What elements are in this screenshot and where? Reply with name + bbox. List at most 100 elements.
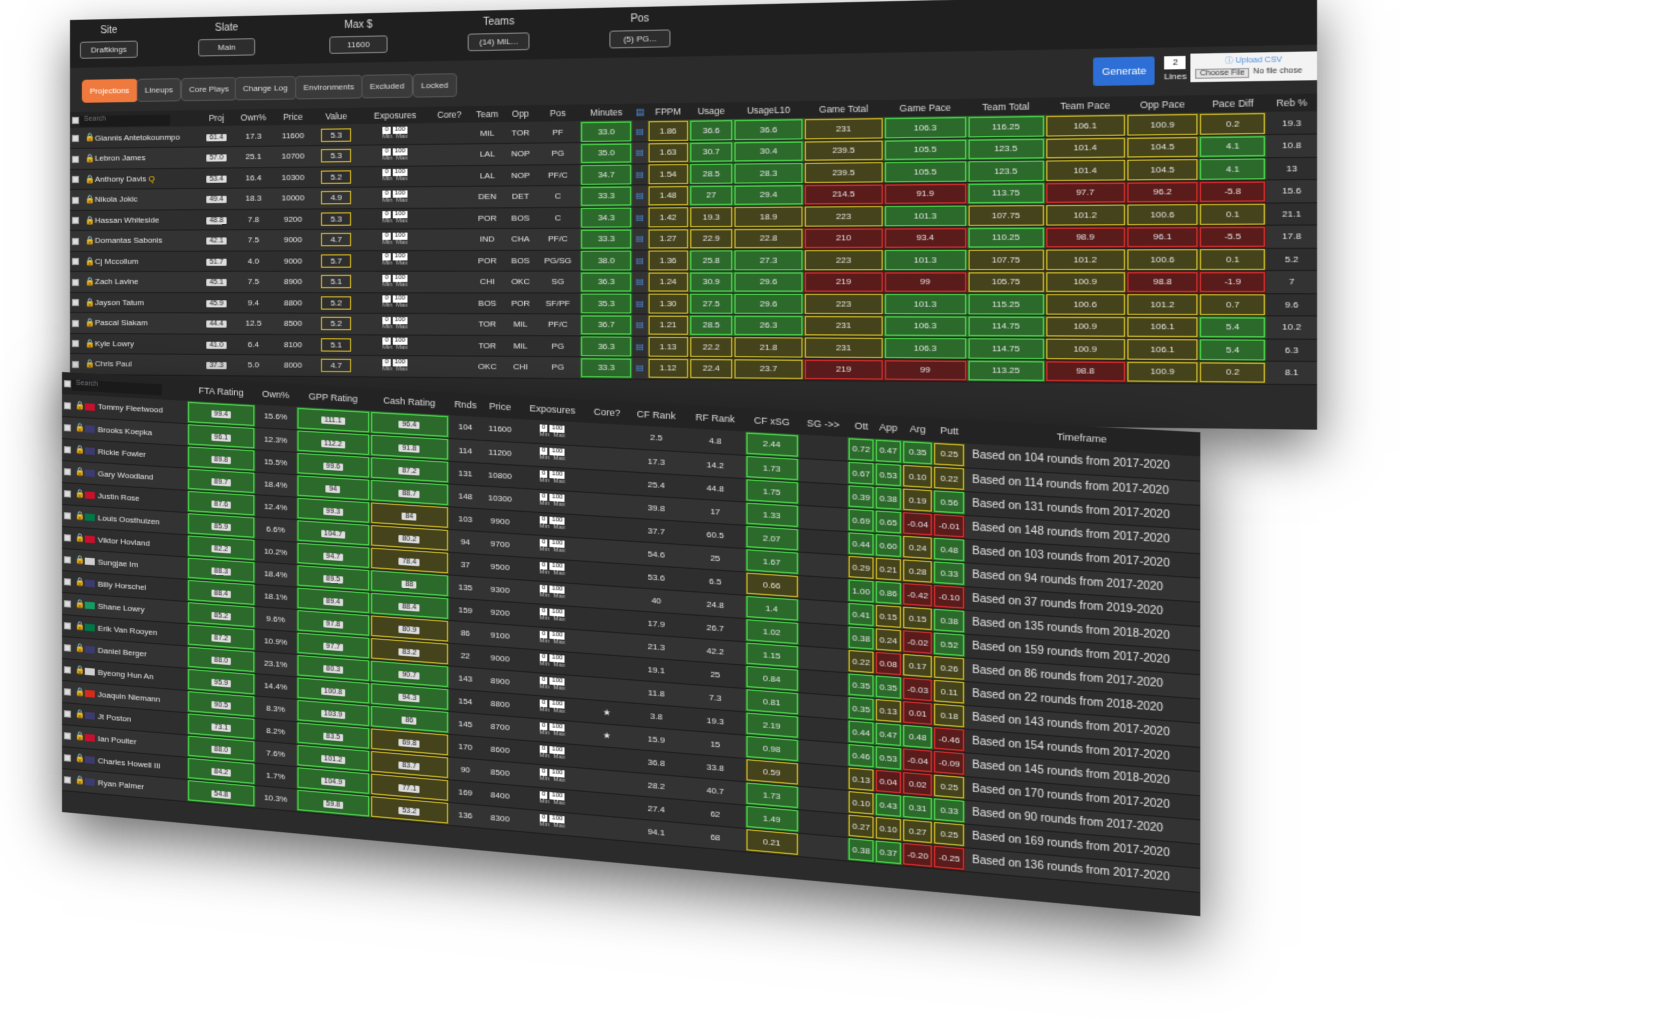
- lock-icon[interactable]: 🔒: [85, 154, 95, 163]
- core-cell[interactable]: [429, 207, 470, 229]
- lock-icon[interactable]: 🔒: [75, 754, 85, 764]
- core-star-icon[interactable]: [586, 422, 628, 449]
- exposure-min[interactable]: 0: [382, 316, 391, 324]
- proj-value[interactable]: 42.1: [206, 237, 227, 245]
- select-all-checkbox[interactable]: [71, 117, 79, 125]
- col-header[interactable]: Pos: [535, 104, 581, 122]
- table-row[interactable]: 🔒Domantas Sabonis 42.1 7.5 9000 4.7 0 100 Min M…: [70, 224, 1318, 251]
- proj-value[interactable]: 45.1: [206, 279, 227, 287]
- exposure-inputs[interactable]: 0 100 Min Max: [539, 538, 566, 555]
- col-header[interactable]: SG ->>: [798, 410, 848, 438]
- fta-rating[interactable]: 95.9: [211, 678, 232, 687]
- row-checkbox[interactable]: [63, 710, 71, 718]
- lock-icon[interactable]: 🔒: [85, 174, 95, 183]
- core-star-icon[interactable]: [586, 491, 628, 518]
- core-cell[interactable]: [429, 228, 470, 251]
- lock-icon[interactable]: 🔒: [85, 277, 95, 286]
- row-checkbox[interactable]: [63, 599, 71, 608]
- exposure-inputs[interactable]: 0 100 Min Max: [539, 699, 566, 716]
- col-header[interactable]: App: [874, 415, 903, 441]
- lock-icon[interactable]: 🔒: [75, 665, 85, 675]
- col-header[interactable]: Own%: [232, 108, 275, 126]
- lock-icon[interactable]: 🔒: [75, 577, 85, 587]
- row-checkbox[interactable]: [63, 666, 71, 674]
- fta-rating[interactable]: 87.2: [211, 633, 232, 643]
- fta-rating[interactable]: 89.8: [211, 455, 232, 464]
- exposure-inputs[interactable]: 0 100 Min Max: [382, 147, 409, 163]
- exposure-min[interactable]: 0: [382, 337, 391, 346]
- fta-rating[interactable]: 88.4: [211, 589, 232, 598]
- col-header[interactable]: Exposures: [360, 106, 430, 125]
- exposure-inputs[interactable]: 0 100 Min Max: [539, 561, 566, 578]
- fta-rating[interactable]: 87.6: [211, 499, 232, 509]
- col-header[interactable]: Opp Pace: [1125, 95, 1200, 114]
- fta-rating[interactable]: 90.5: [211, 700, 232, 710]
- select-all-checkbox[interactable]: [63, 380, 71, 388]
- exposure-max[interactable]: 100: [392, 190, 408, 198]
- fta-rating[interactable]: 82.2: [211, 544, 232, 553]
- fta-rating[interactable]: 88.0: [211, 745, 232, 754]
- core-cell[interactable]: [429, 271, 470, 293]
- exposure-max[interactable]: 100: [392, 316, 408, 324]
- proj-value[interactable]: 51.7: [206, 258, 227, 266]
- core-star-icon[interactable]: [586, 814, 628, 841]
- search-input[interactable]: Search: [71, 379, 162, 396]
- exposure-inputs[interactable]: 0 100 Min Max: [539, 745, 566, 762]
- exposure-inputs[interactable]: 0 100 Min Max: [539, 630, 566, 648]
- col-header[interactable]: Rnds: [448, 392, 483, 418]
- lock-icon[interactable]: 🔒: [75, 511, 85, 521]
- chart-icon[interactable]: ▤: [632, 120, 647, 142]
- exposure-inputs[interactable]: 0 100 Min Max: [382, 232, 409, 246]
- exposure-min[interactable]: 0: [382, 253, 391, 261]
- core-cell[interactable]: [429, 165, 470, 187]
- row-checkbox[interactable]: [71, 299, 79, 307]
- row-checkbox[interactable]: [71, 217, 79, 225]
- search-input[interactable]: Search: [79, 114, 170, 127]
- chart-icon[interactable]: ▤: [632, 103, 647, 121]
- exposure-max[interactable]: 100: [392, 211, 408, 219]
- core-star-icon[interactable]: [586, 606, 628, 633]
- exposure-inputs[interactable]: 0 100 Min Max: [382, 169, 409, 184]
- lock-icon[interactable]: 🔒: [75, 445, 85, 455]
- chart-icon[interactable]: ▤: [632, 206, 647, 229]
- row-checkbox[interactable]: [71, 360, 79, 368]
- row-checkbox[interactable]: [63, 511, 71, 520]
- col-header[interactable]: Value: [311, 107, 361, 125]
- exposure-inputs[interactable]: 0 100 Min Max: [539, 470, 566, 486]
- chart-icon[interactable]: ▤: [632, 141, 647, 164]
- exposure-inputs[interactable]: 0 100 Min Max: [539, 584, 566, 601]
- exposure-max[interactable]: 100: [392, 232, 408, 240]
- row-checkbox[interactable]: [71, 319, 79, 327]
- exposure-min[interactable]: 0: [382, 232, 391, 240]
- proj-value[interactable]: 37.3: [206, 362, 227, 370]
- row-checkbox[interactable]: [71, 155, 79, 163]
- exposure-inputs[interactable]: 0 100 Min Max: [382, 211, 409, 226]
- row-checkbox[interactable]: [63, 489, 71, 498]
- exposure-min[interactable]: 0: [382, 274, 391, 282]
- col-header[interactable]: CF xSG: [744, 408, 799, 435]
- core-cell[interactable]: [429, 122, 470, 145]
- lock-icon[interactable]: 🔒: [75, 599, 85, 609]
- core-star-icon[interactable]: ★: [586, 698, 628, 726]
- tab-projections[interactable]: Projections: [81, 78, 138, 103]
- col-header[interactable]: Team: [469, 105, 506, 123]
- lock-icon[interactable]: 🔒: [75, 621, 85, 631]
- row-checkbox[interactable]: [71, 176, 79, 184]
- row-checkbox[interactable]: [71, 278, 79, 286]
- row-checkbox[interactable]: [63, 644, 71, 652]
- row-checkbox[interactable]: [71, 258, 79, 266]
- col-header[interactable]: Minutes: [580, 103, 633, 122]
- lock-icon[interactable]: 🔒: [75, 643, 85, 653]
- col-header[interactable]: Ott: [847, 413, 875, 439]
- col-header[interactable]: Proj: [200, 109, 233, 127]
- core-star-icon[interactable]: [586, 468, 628, 495]
- lock-icon[interactable]: 🔒: [75, 401, 85, 411]
- exposure-inputs[interactable]: 0 100 Min Max: [382, 295, 409, 310]
- slate-select[interactable]: Main: [198, 38, 256, 57]
- pos-select[interactable]: (5) PG...: [609, 29, 671, 49]
- col-header[interactable]: Usage: [689, 102, 734, 120]
- core-star-icon[interactable]: [586, 744, 628, 772]
- row-checkbox[interactable]: [63, 622, 71, 630]
- table-row[interactable]: 🔒Cj Mccollum 51.7 4.0 9000 5.7 0 100 Min Max POR…: [70, 247, 1318, 272]
- row-checkbox[interactable]: [71, 134, 79, 142]
